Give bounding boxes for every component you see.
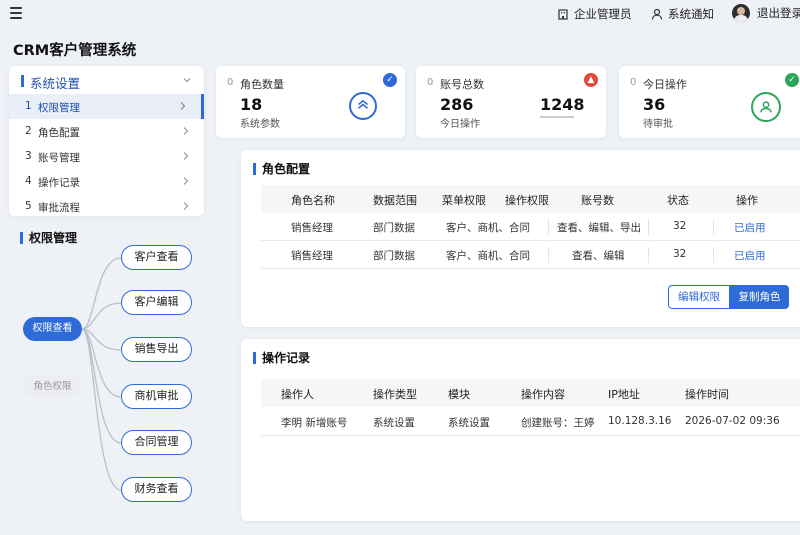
roles-section: 角色配置 角色名称 数据范围 菜单权限 操作权限 账号数 状态 操作 销售经理 … [241, 150, 800, 327]
copy-role-button[interactable]: 复制角色 [730, 285, 789, 309]
stat-value: 36 [643, 95, 666, 114]
sidebar-header[interactable]: 系统设置 [9, 66, 204, 94]
notifications-label: 系统通知 [668, 7, 714, 21]
chevron-right-icon [183, 177, 189, 185]
sidebar-item-approval[interactable]: 5 审批流程 [9, 194, 204, 216]
building-icon [558, 9, 568, 20]
chevron-right-icon [183, 127, 189, 135]
app-title: CRM客户管理系统 [13, 43, 137, 59]
sidebar-item-roles[interactable]: 2 角色配置 [9, 119, 204, 144]
roles-section-title: 角色配置 [253, 160, 310, 177]
chevron-right-icon [183, 152, 189, 160]
sidebar-item-logs[interactable]: 4 操作记录 [9, 169, 204, 194]
role-perm-node[interactable]: 角色权限 [23, 376, 82, 398]
stat-sub: 今日操作 [440, 119, 480, 130]
perm-leaf-opportunity-approval[interactable]: 商机审批 [121, 384, 192, 409]
stat-value: 18 [240, 95, 263, 114]
stat-card-accounts: 0 账号总数 286 今日操作 1248 ▲ [416, 66, 606, 138]
logout-button[interactable]: 退出登录 [732, 4, 800, 22]
notifications-button[interactable]: 系统通知 [651, 6, 714, 22]
avatar [732, 4, 750, 22]
logs-section: 操作记录 操作人 操作类型 模块 操作内容 IP地址 操作时间 李明 新增账号 … [241, 339, 800, 521]
user-icon [651, 8, 663, 20]
top-bar: 企业管理员 系统通知 退出登录 [0, 0, 800, 28]
sidebar-nav: 系统设置 1 权限管理 2 角色配置 3 账号管理 4 操作记录 5 审批流程 [9, 66, 204, 216]
check-icon: ✓ [383, 73, 397, 87]
logs-section-title: 操作记录 [253, 349, 310, 366]
perm-leaf-customer-view[interactable]: 客户查看 [121, 245, 192, 270]
alert-icon: ▲ [584, 73, 598, 87]
table-row[interactable]: 销售经理 部门数据 客户、商机、合同 查看、编辑 32 已启用 [261, 241, 800, 269]
perm-leaf-sales-export[interactable]: 销售导出 [121, 337, 192, 362]
stat-value: 286 [440, 95, 474, 114]
menu-icon[interactable] [10, 7, 22, 19]
stat-sub: 系统参数 [240, 119, 280, 130]
chevron-down-icon [183, 78, 191, 83]
stat-label: 角色数量 [240, 78, 284, 91]
stat-card-today: 0 今日操作 36 待审批 ✓ [619, 66, 800, 138]
status-link[interactable]: 已启用 [734, 248, 766, 263]
perm-tree-connectors [81, 257, 122, 491]
table-row[interactable]: 李明 新增账号 系统设置 系统设置 创建账号：王婷 10.128.3.16 20… [261, 408, 800, 436]
roles-table-header: 角色名称 数据范围 菜单权限 操作权限 账号数 状态 操作 [261, 185, 800, 213]
edit-permissions-button[interactable]: 编辑权限 [668, 285, 730, 309]
roles-ring-icon [349, 92, 377, 120]
sidebar-header-label: 系统设置 [30, 76, 81, 91]
perm-root-node[interactable]: 权限查看 [23, 317, 82, 341]
perm-leaf-finance-view[interactable]: 财务查看 [121, 477, 192, 502]
logs-table-header: 操作人 操作类型 模块 操作内容 IP地址 操作时间 [261, 379, 800, 407]
stat-sub: 待审批 [643, 119, 673, 130]
logout-label: 退出登录 [757, 6, 800, 20]
enterprise-admin-button[interactable]: 企业管理员 [557, 6, 632, 22]
stat-card-roles: 0 角色数量 18 系统参数 ✓ [216, 66, 405, 138]
stat-label: 账号总数 [440, 78, 484, 91]
check-icon: ✓ [785, 73, 799, 87]
user-ring-icon [751, 92, 781, 122]
sidebar-item-accounts[interactable]: 3 账号管理 [9, 144, 204, 169]
status-link[interactable]: 已启用 [734, 220, 766, 235]
perm-leaf-contract-mgmt[interactable]: 合同管理 [121, 430, 192, 455]
sidebar-item-permissions[interactable]: 1 权限管理 [9, 94, 204, 119]
chevron-right-icon [183, 202, 189, 210]
enterprise-admin-label: 企业管理员 [574, 7, 632, 21]
chevron-right-icon [180, 102, 186, 110]
stat-label: 今日操作 [643, 78, 687, 91]
table-row[interactable]: 销售经理 部门数据 客户、商机、合同 查看、编辑、导出 32 已启用 [261, 213, 800, 241]
stat-value-secondary: 1248 [540, 95, 585, 114]
perm-leaf-customer-edit[interactable]: 客户编辑 [121, 290, 192, 315]
